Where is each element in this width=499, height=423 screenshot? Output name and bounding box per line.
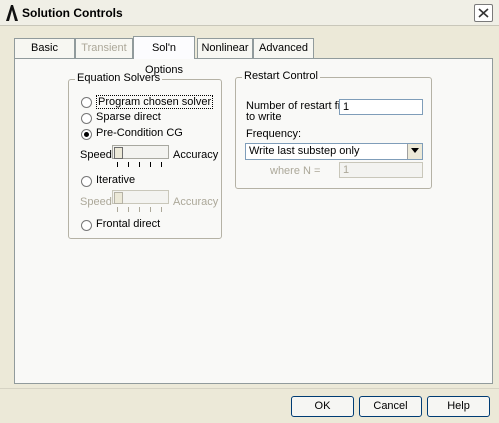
slider-tick xyxy=(117,207,118,212)
label-program-chosen-solver: Program chosen solver xyxy=(96,95,214,109)
slider-tick xyxy=(128,162,129,167)
close-button[interactable] xyxy=(474,4,493,22)
close-icon xyxy=(478,8,489,18)
slider-thumb xyxy=(114,192,123,204)
tab-label: Sol'n Options xyxy=(145,42,183,76)
radio-pre-condition-cg[interactable] xyxy=(81,129,92,140)
cancel-button-label: Cancel xyxy=(373,400,408,412)
where-n-label: where N = xyxy=(270,165,321,177)
ok-button-label: OK xyxy=(314,400,331,412)
label-iterative: Iterative xyxy=(96,174,136,186)
num-restart-files-input[interactable]: 1 xyxy=(339,99,423,115)
label-frontal-direct: Frontal direct xyxy=(96,218,161,230)
title-bar: Solution Controls xyxy=(0,0,499,26)
solver-accuracy-slider[interactable] xyxy=(112,145,169,159)
tab-label: Basic xyxy=(31,42,58,54)
slider-tick xyxy=(139,207,140,212)
help-button[interactable]: Help xyxy=(427,396,490,417)
help-button-label: Help xyxy=(447,400,470,412)
frequency-selected-value: Write last substep only xyxy=(249,145,360,157)
where-n-input: 1 xyxy=(339,162,423,178)
tab-panel: Equation Solvers Program chosen solver S… xyxy=(14,58,493,384)
slider-tick xyxy=(128,207,129,212)
slider2-accuracy-label: Accuracy xyxy=(173,196,219,208)
frequency-label: Frequency: xyxy=(246,128,302,140)
button-area-divider xyxy=(0,388,499,389)
restart-control-group: Restart Control Number of restart files … xyxy=(235,70,432,189)
ansys-lambda-icon xyxy=(4,4,20,22)
tab-nonlinear[interactable]: Nonlinear xyxy=(197,38,253,58)
label-sparse-direct: Sparse direct xyxy=(96,111,161,123)
restart-control-title: Restart Control xyxy=(242,70,320,82)
tab-transient: Transient xyxy=(75,38,133,58)
radio-sparse-direct[interactable] xyxy=(81,113,92,124)
equation-solvers-group: Equation Solvers Program chosen solver S… xyxy=(68,72,222,239)
tab-label: Nonlinear xyxy=(201,42,249,54)
cancel-button[interactable]: Cancel xyxy=(359,396,422,417)
chevron-down-icon[interactable] xyxy=(407,144,422,159)
ok-button[interactable]: OK xyxy=(291,396,354,417)
slider-thumb[interactable] xyxy=(114,147,123,159)
slider-tick xyxy=(150,207,151,212)
label-pre-condition-cg: Pre-Condition CG xyxy=(96,127,183,139)
window-title: Solution Controls xyxy=(22,6,123,20)
slider-tick xyxy=(150,162,151,167)
slider1-speed-label: Speed xyxy=(80,149,112,161)
frequency-select[interactable]: Write last substep only xyxy=(245,143,423,160)
slider2-speed-label: Speed xyxy=(80,196,112,208)
tab-soln-options[interactable]: Sol'n Options xyxy=(133,36,195,76)
radio-iterative[interactable] xyxy=(81,176,92,187)
slider-tick xyxy=(161,162,162,167)
slider-tick xyxy=(139,162,140,167)
num-restart-files-label-line2: to write xyxy=(246,111,282,123)
radio-frontal-direct[interactable] xyxy=(81,220,92,231)
slider-tick xyxy=(117,162,118,167)
tab-basic[interactable]: Basic xyxy=(14,38,75,58)
slider1-accuracy-label: Accuracy xyxy=(173,149,219,161)
tab-label: Transient xyxy=(81,42,127,54)
iterative-accuracy-slider xyxy=(112,190,169,204)
slider-tick xyxy=(161,207,162,212)
tab-advanced-nl[interactable]: Advanced NL xyxy=(253,38,314,72)
radio-program-chosen-solver[interactable] xyxy=(81,97,92,108)
